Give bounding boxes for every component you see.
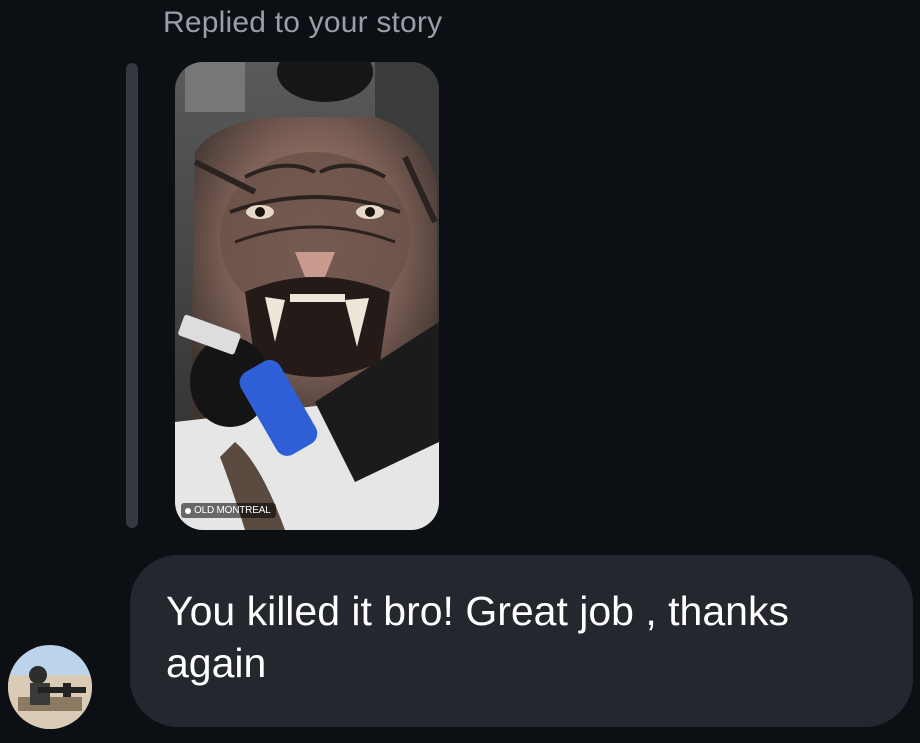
story-photo-image (175, 62, 439, 530)
message-bubble[interactable]: You killed it bro! Great job , thanks ag… (130, 555, 913, 727)
dm-thread: Replied to your story OLD MONTREAL You k… (0, 0, 920, 743)
avatar-photo-icon (8, 645, 92, 729)
sender-avatar[interactable] (8, 645, 92, 729)
location-sticker-label: OLD MONTREAL (194, 505, 271, 516)
reply-caption: Replied to your story (163, 6, 443, 39)
location-pin-icon (185, 507, 191, 514)
message-text: You killed it bro! Great job , thanks ag… (166, 588, 789, 686)
location-sticker[interactable]: OLD MONTREAL (181, 503, 276, 518)
reply-indicator-bar (126, 63, 138, 528)
story-thumbnail[interactable]: OLD MONTREAL (175, 62, 439, 530)
